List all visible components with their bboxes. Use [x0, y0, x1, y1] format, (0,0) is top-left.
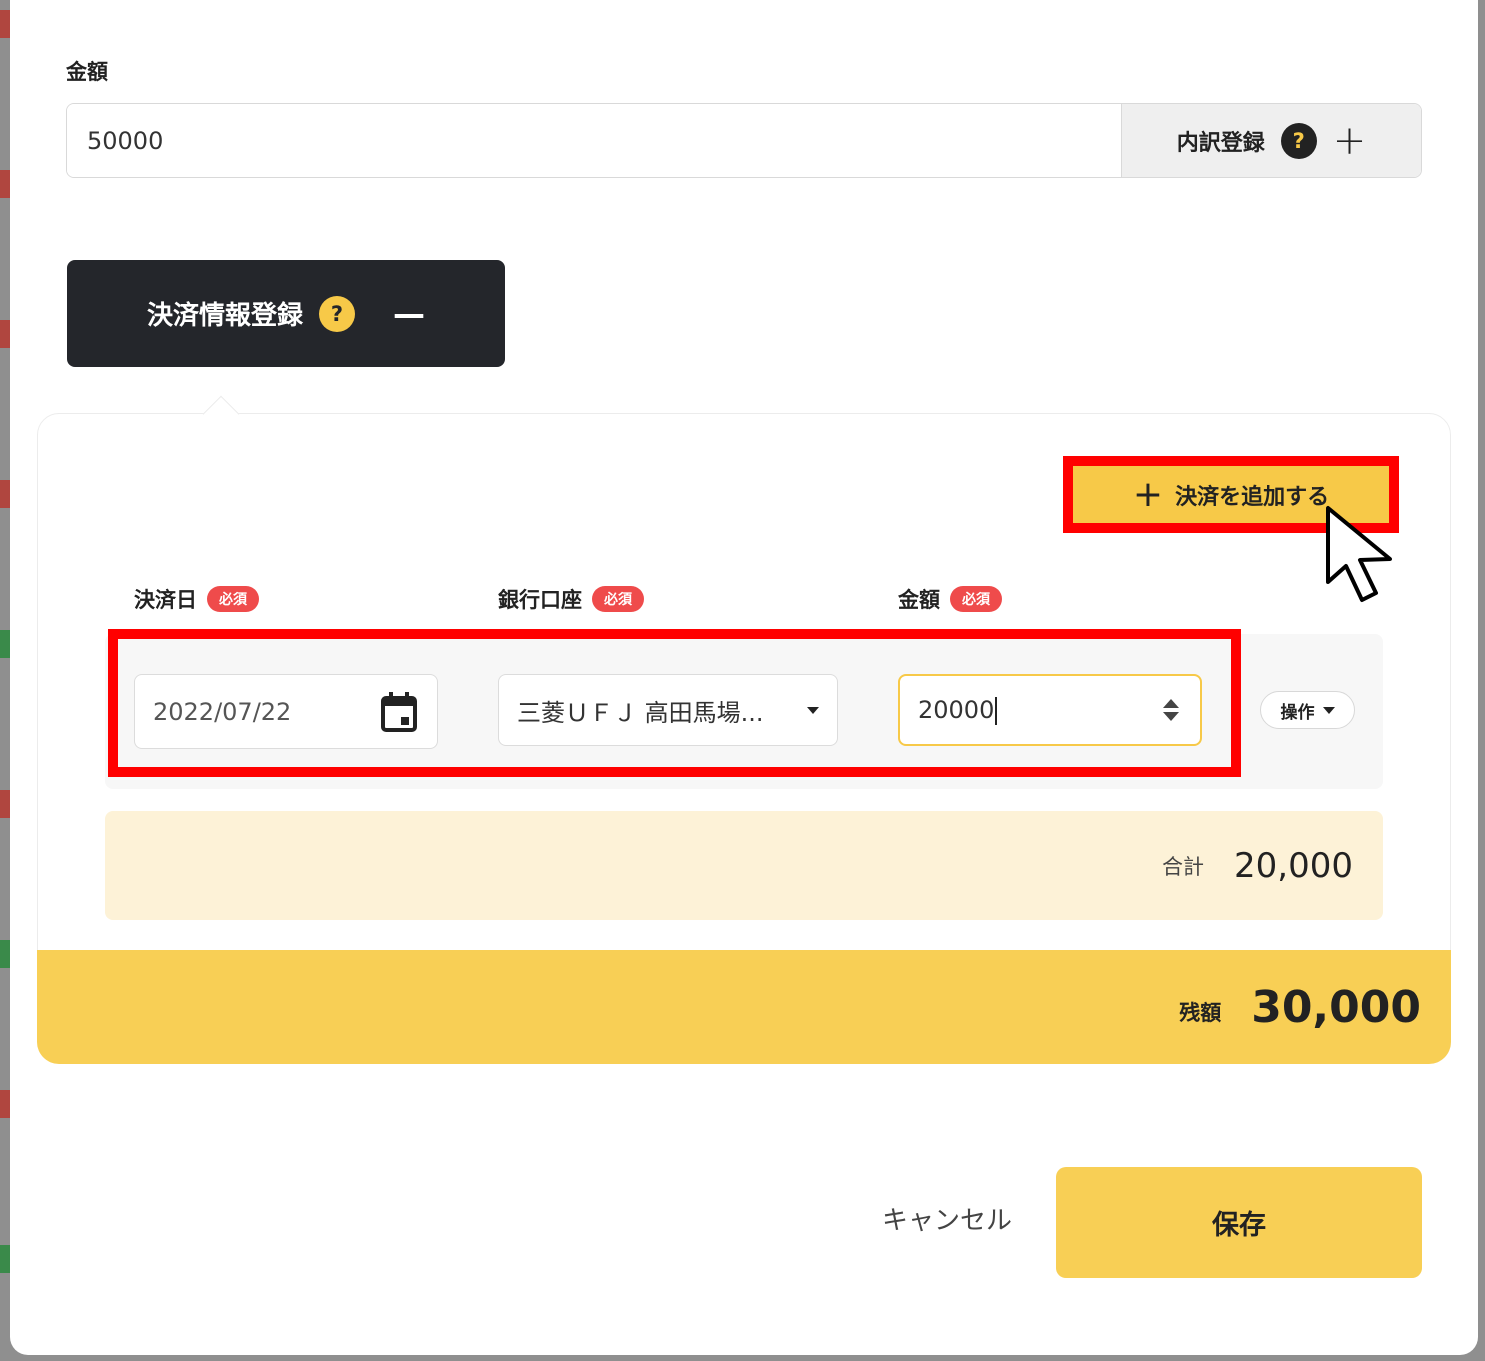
panel-pointer	[202, 395, 240, 433]
column-header-bank: 銀行口座 必須	[498, 584, 644, 614]
payment-panel: + 決済を追加する 決済日 必須 銀行口座 必須 金額 必須 2022/07/2…	[37, 395, 1451, 1064]
column-header-date: 決済日 必須	[134, 584, 259, 614]
plus-icon: +	[1332, 117, 1367, 164]
save-button[interactable]: 保存	[1056, 1167, 1422, 1278]
help-icon[interactable]: ?	[319, 295, 355, 332]
required-badge: 必須	[592, 586, 644, 612]
chevron-down-icon	[1322, 706, 1335, 714]
edge-mark	[0, 1245, 10, 1273]
edge-mark	[0, 170, 10, 198]
breakdown-register-button[interactable]: 内訳登録 ? +	[1121, 104, 1421, 177]
total-value: 20,000	[1234, 845, 1353, 886]
payment-info-label: 決済情報登録	[146, 301, 303, 331]
help-icon[interactable]: ?	[1280, 122, 1317, 159]
plus-icon: +	[1132, 473, 1164, 515]
edge-mark	[0, 480, 10, 508]
operation-dropdown-button[interactable]: 操作	[1260, 691, 1355, 729]
highlight-frame	[108, 629, 1241, 777]
edge-mark	[0, 10, 10, 38]
balance-value: 30,000	[1251, 981, 1421, 1033]
required-badge: 必須	[207, 586, 259, 612]
column-label: 決済日	[134, 588, 197, 612]
balance-label: 残額	[1179, 1001, 1222, 1025]
operation-label: 操作	[1280, 702, 1315, 723]
payment-modal: 金額 内訳登録 ? + 決済情報登録 ? — + 決済を追加する 決済日 必須	[10, 0, 1478, 1355]
total-summary: 合計 20,000	[105, 811, 1383, 920]
payment-info-toggle[interactable]: 決済情報登録 ? —	[67, 260, 505, 367]
column-header-amount: 金額 必須	[898, 584, 1002, 614]
edge-mark	[0, 630, 10, 658]
edge-mark	[0, 320, 10, 348]
edge-mark	[0, 790, 10, 818]
balance-summary: 残額 30,000	[37, 950, 1451, 1064]
amount-label: 金額	[66, 60, 108, 84]
collapse-icon: —	[393, 294, 425, 333]
amount-input[interactable]	[67, 104, 1121, 177]
column-label: 銀行口座	[498, 588, 582, 612]
required-badge: 必須	[950, 586, 1002, 612]
edge-mark	[0, 1090, 10, 1118]
mouse-pointer-icon	[1326, 506, 1392, 602]
add-payment-label: 決済を追加する	[1175, 484, 1330, 510]
column-label: 金額	[898, 588, 940, 612]
total-label: 合計	[1162, 854, 1205, 879]
breakdown-register-label: 内訳登録	[1176, 130, 1265, 156]
edge-mark	[0, 940, 10, 968]
cancel-button[interactable]: キャンセル	[882, 1200, 1012, 1237]
amount-field-group: 内訳登録 ? +	[66, 103, 1422, 178]
